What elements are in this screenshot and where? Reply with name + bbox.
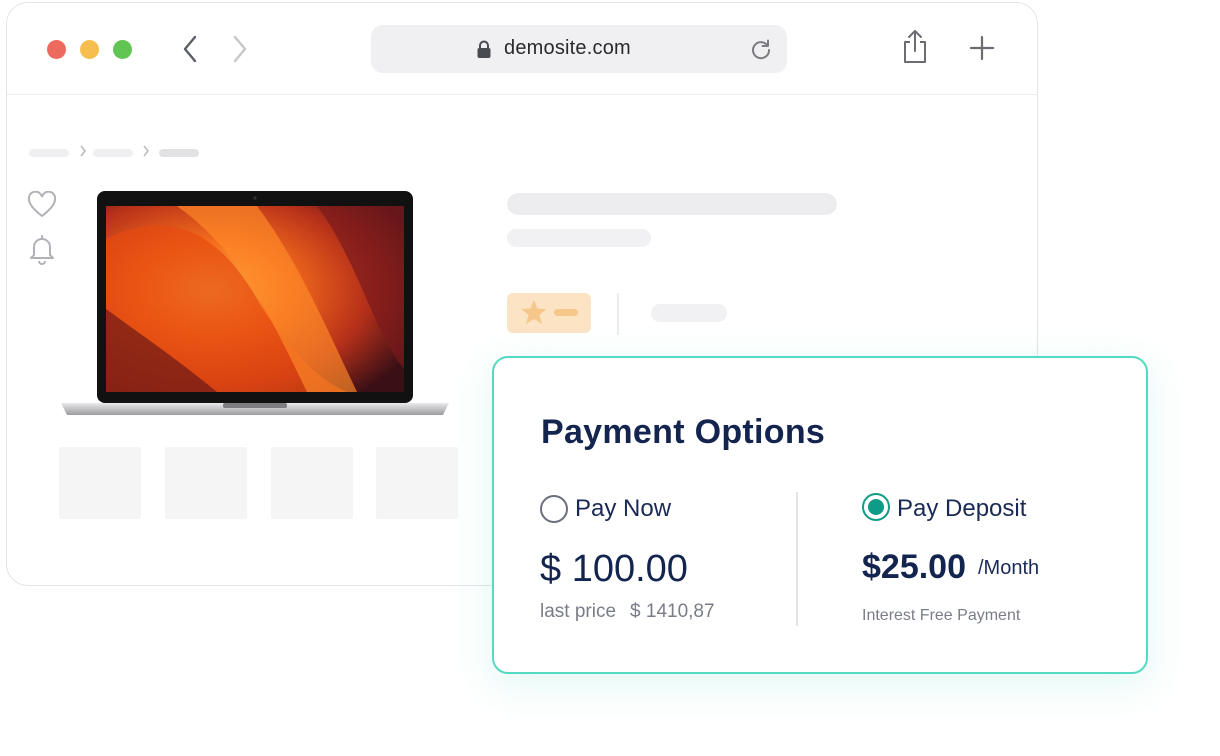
maximize-window-button[interactable] [113, 40, 132, 59]
close-window-button[interactable] [47, 40, 66, 59]
last-price-label: last price [540, 601, 617, 622]
forward-icon[interactable] [225, 33, 255, 65]
new-tab-plus-icon[interactable] [969, 35, 995, 66]
url-text: demosite.com [504, 37, 631, 59]
heart-icon[interactable] [27, 190, 57, 224]
chevron-right-icon [79, 144, 87, 163]
pay-deposit-label[interactable]: Pay Deposit [897, 495, 1026, 523]
star-icon [521, 300, 578, 324]
lock-icon [476, 40, 492, 64]
pay-deposit-radio[interactable] [862, 493, 890, 521]
thumbnail-placeholder[interactable] [59, 447, 141, 519]
product-image-laptop [61, 191, 449, 415]
pay-now-price: $ 100.00 [540, 548, 688, 590]
deposit-amount: $25.00 [862, 548, 966, 586]
back-icon[interactable] [175, 33, 205, 65]
subtitle-placeholder [507, 229, 651, 247]
chevron-right-icon [142, 144, 150, 163]
share-icon[interactable] [901, 29, 929, 70]
divider [617, 293, 619, 335]
deposit-note: Interest Free Payment [862, 607, 1021, 624]
bell-icon[interactable] [27, 233, 57, 270]
last-price-value: $ 1410,87 [630, 601, 715, 622]
address-bar[interactable]: demosite.com [371, 25, 787, 73]
payment-options-card: Payment Options Pay Now $ 100.00 last pr… [492, 356, 1148, 674]
breadcrumb-placeholder [159, 149, 199, 157]
thumbnail-placeholder[interactable] [165, 447, 247, 519]
minimize-window-button[interactable] [80, 40, 99, 59]
browser-toolbar: demosite.com [7, 3, 1037, 95]
reload-icon[interactable] [749, 37, 773, 66]
stage: demosite.com Payment Options Pay Now $ 1… [0, 0, 1220, 756]
breadcrumb-placeholder [93, 149, 133, 157]
payment-options-title: Payment Options [541, 413, 826, 451]
last-price: last price $ 1410,87 [540, 601, 715, 623]
thumbnail-placeholder[interactable] [271, 447, 353, 519]
pay-now-radio[interactable] [540, 495, 568, 523]
thumbnail-placeholder[interactable] [376, 447, 458, 519]
deposit-unit: /Month [978, 557, 1040, 579]
meta-placeholder [651, 304, 727, 322]
rating-badge [507, 293, 591, 333]
title-placeholder [507, 193, 837, 215]
pay-now-label[interactable]: Pay Now [575, 495, 671, 523]
breadcrumb-placeholder [29, 149, 69, 157]
options-divider [796, 492, 798, 626]
